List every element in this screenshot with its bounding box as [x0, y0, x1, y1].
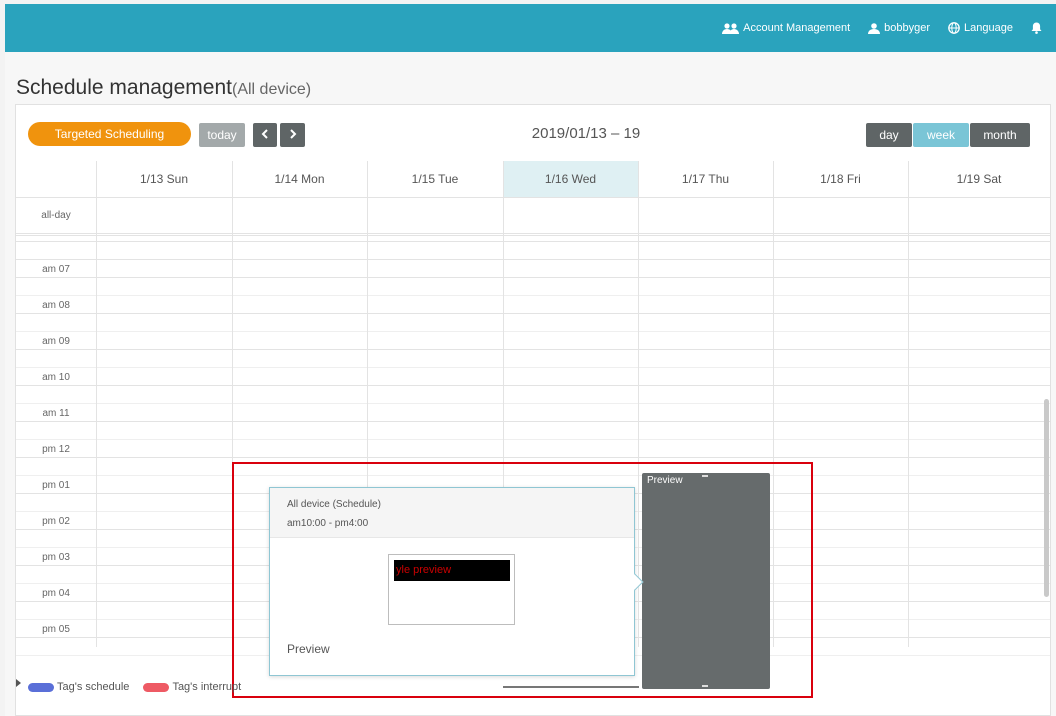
bell-icon	[1031, 22, 1042, 34]
username-label: bobbyger	[884, 22, 931, 34]
legend-label-interrupt: Tag's interrupt	[172, 681, 242, 693]
notifications-button[interactable]	[1031, 22, 1042, 34]
resize-handle-bottom[interactable]	[702, 685, 708, 687]
time-label: pm 03	[42, 552, 70, 563]
grid-line	[16, 457, 1050, 458]
popover-arrow	[626, 573, 644, 591]
page-title-main: Schedule management	[16, 76, 232, 99]
day-header: 1/13 Sun	[139, 172, 189, 186]
today-button[interactable]: today	[199, 123, 245, 147]
thumbnail-text: yle preview	[394, 560, 510, 581]
grid-line	[96, 161, 97, 647]
time-label: am 07	[42, 264, 70, 275]
day-header: 1/15 Tue	[411, 172, 459, 186]
grid-line	[16, 295, 1050, 296]
user-menu[interactable]: bobbyger	[868, 22, 930, 34]
scrollbar[interactable]	[1044, 399, 1049, 597]
day-header: 1/18 Fri	[820, 172, 861, 186]
chevron-left-icon	[261, 128, 269, 142]
grid-line	[773, 161, 774, 647]
schedule-calendar-card: Targeted Scheduling today 2019/01/13 – 1…	[15, 104, 1051, 716]
page-content: Schedule management(All device) Targeted…	[5, 52, 1056, 716]
targeted-scheduling-button[interactable]: Targeted Scheduling	[28, 122, 191, 146]
chevron-right-icon	[289, 128, 297, 142]
globe-icon	[948, 22, 960, 34]
legend-label-schedule: Tag's schedule	[57, 681, 130, 693]
grid-line	[16, 331, 1050, 332]
grid-line	[232, 161, 233, 647]
grid-line	[16, 421, 1050, 422]
language-menu[interactable]: Language	[948, 22, 1013, 34]
grid-line	[16, 233, 1050, 234]
account-management-label: Account Management	[743, 22, 851, 34]
grid-line	[16, 235, 1050, 236]
event-label: Preview	[647, 475, 683, 486]
time-label: am 09	[42, 336, 70, 347]
day-header: 1/17 Thu	[681, 172, 730, 186]
day-header: 1/19 Sat	[956, 172, 1002, 186]
view-month-button[interactable]: month	[970, 123, 1030, 147]
page-title-sub: (All device)	[231, 81, 312, 98]
legend-item-schedule: Tag's schedule	[28, 681, 129, 693]
grid-line	[16, 277, 1050, 278]
current-time-marker	[16, 679, 21, 687]
legend-swatch-schedule	[28, 682, 54, 692]
view-week-button[interactable]: week	[913, 123, 969, 147]
popover-header: All device (Schedule) am10:00 - pm4:00	[270, 488, 634, 538]
header-nav: Account Management bobbyger Language	[722, 4, 1042, 52]
next-week-button[interactable]	[280, 123, 305, 147]
current-time-line	[503, 686, 639, 688]
resize-handle-top[interactable]	[702, 475, 708, 477]
legend: Tag's schedule Tag's interrupt	[28, 681, 241, 693]
time-label: am 10	[42, 372, 70, 383]
grid-line	[16, 313, 1050, 314]
grid-line	[16, 367, 1050, 368]
grid-line	[16, 197, 1050, 198]
calendar-toolbar: Targeted Scheduling today 2019/01/13 – 1…	[16, 105, 1050, 161]
grid-line	[16, 475, 1050, 476]
time-label: pm 02	[42, 516, 70, 527]
grid-line	[16, 349, 1050, 350]
event-popover: All device (Schedule) am10:00 - pm4:00 y…	[269, 487, 644, 676]
grid-line	[16, 259, 1050, 260]
user-icon	[868, 22, 881, 34]
time-label: am 08	[42, 300, 70, 311]
grid-line	[16, 385, 1050, 386]
language-label: Language	[964, 22, 1013, 34]
users-icon	[722, 22, 740, 34]
legend-swatch-interrupt	[143, 682, 170, 692]
day-header: 1/14 Mon	[274, 172, 325, 186]
account-management-link[interactable]: Account Management	[722, 22, 850, 34]
grid-line	[16, 241, 1050, 242]
top-header-bar: Account Management bobbyger Language	[5, 4, 1056, 52]
time-label: pm 04	[42, 588, 70, 599]
prev-week-button[interactable]	[253, 123, 277, 147]
time-label: pm 12	[42, 444, 70, 455]
week-grid[interactable]: 1/13 Sun 1/14 Mon 1/15 Tue 1/16 Wed 1/17 Thu…	[16, 161, 1050, 698]
time-label: pm 01	[42, 480, 70, 491]
grid-line	[16, 439, 1050, 440]
day-header: 1/16 Wed	[503, 161, 638, 197]
date-range-label: 2019/01/13 – 19	[531, 125, 641, 142]
page-title: Schedule management(All device)	[16, 76, 311, 100]
grid-line	[16, 403, 1050, 404]
view-day-button[interactable]: day	[866, 123, 912, 147]
time-label: am 11	[42, 408, 70, 419]
popover-time: am10:00 - pm4:00	[287, 518, 369, 529]
time-label: pm 05	[42, 624, 70, 635]
grid-line	[908, 161, 909, 647]
popover-title: All device (Schedule)	[287, 499, 381, 510]
grid-line	[638, 161, 639, 647]
preview-thumbnail[interactable]: yle preview	[388, 554, 515, 625]
popover-footer-label: Preview	[287, 642, 330, 656]
schedule-event[interactable]: Preview	[642, 473, 770, 689]
all-day-label: all-day	[41, 209, 71, 221]
legend-item-interrupt: Tag's interrupt	[143, 681, 241, 693]
